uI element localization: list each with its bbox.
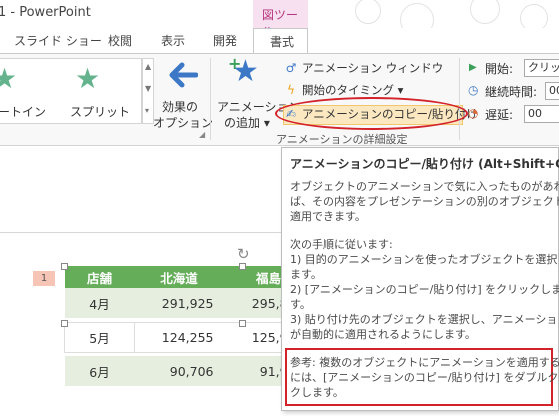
lightning-icon: ϟ (287, 83, 295, 97)
scroll-down-icon[interactable]: ▼ (145, 84, 151, 94)
gallery-item-label[interactable]: ートイン (0, 103, 46, 120)
animation-pane-label: アニメーション ウィンドウ (302, 61, 444, 75)
dialog-launcher-icon[interactable]: ◢ (199, 130, 205, 139)
split-star-icon: ★ (75, 62, 101, 95)
title-bar-decoration (470, 0, 500, 24)
effect-options-label-1: 効果の (162, 100, 199, 114)
table-header-cell: 店舗 (64, 266, 135, 288)
effect-options-label-2: オプション (153, 116, 214, 130)
table-cell: 4月 (64, 288, 135, 318)
delay-input[interactable]: 00 (524, 105, 559, 123)
title-bar: 1 - PowerPoint 図ツール (0, 0, 559, 39)
animation-painter-tooltip: アニメーションのコピー/貼り付け (Alt+Shift+C) オブジェクトのアニ… (281, 147, 559, 411)
tab-view[interactable]: 表示 (161, 32, 185, 49)
tooltip-note-line: には、[アニメーションのコピー/貼り付け] をダブルクリッ (290, 371, 559, 384)
duration-label: 継続時間: (485, 85, 538, 99)
tab-developer[interactable]: 開発 (213, 32, 237, 49)
tooltip-line: 次の手順に従います: (290, 238, 393, 251)
table-cell: 90,706 (134, 356, 224, 386)
ribbon: ★ ートイン ★ スプリット ▲ ▼ ▾ 効果の オプション ◢ ★ + アニメ… (0, 53, 559, 146)
gallery-more-icon[interactable]: ▾ (145, 106, 149, 116)
tab-slideshow[interactable]: スライド ショー (14, 32, 102, 49)
arrow-left-icon (169, 62, 198, 88)
table-cell: 5月 (64, 321, 135, 353)
tooltip-line: ます。 (290, 268, 322, 281)
start-select[interactable]: クリック (524, 59, 559, 77)
start-icon: ▶ (469, 62, 477, 73)
picture-tools-context-header: 図ツール (253, 0, 308, 39)
animation-pane-button[interactable]: ♂ アニメーション ウィンドウ (284, 60, 444, 80)
animation-gallery[interactable]: ★ ートイン ★ スプリット (0, 58, 142, 124)
tooltip-line: が自動的に適用されるようにします。 (290, 328, 476, 341)
table-cell: 291,925 (134, 288, 224, 318)
add-animation-button[interactable]: ★ + アニメーション の追加 ▾ (214, 54, 301, 138)
selection-handle[interactable] (61, 320, 68, 327)
tab-format-label: 書式 (270, 35, 295, 49)
tooltip-line: 適用できます。 (290, 210, 366, 223)
delay-label: 遅延: (485, 108, 514, 122)
tooltip-line: ば、その内容をプレゼンテーションの別のオブジェクトに (290, 195, 559, 208)
tooltip-note-line: 参考: 複数のオブジェクトにアニメーションを適用する (290, 356, 559, 369)
selection-handle[interactable] (239, 263, 246, 270)
gallery-item-label[interactable]: スプリット (70, 103, 130, 120)
tooltip-note-line: クします。 (290, 386, 344, 399)
title-bar-decoration (355, 0, 381, 24)
trigger-label: 開始のタイミング ▾ (302, 83, 404, 97)
delay-icon: ◔ (468, 106, 479, 120)
effect-options-button[interactable]: 効果の オプション (153, 58, 214, 138)
selection-handle[interactable] (239, 320, 246, 327)
animation-pane-icon: ♂ (285, 61, 297, 75)
table-cell: 124,255 (134, 321, 224, 353)
advanced-animation-group-label: アニメーションの詳細設定 (276, 133, 408, 146)
duration-input[interactable]: 00 (545, 82, 559, 100)
tooltip-title: アニメーションのコピー/貼り付け (Alt+Shift+C) (290, 157, 559, 171)
table-row: 6月 90,706 91,911 (64, 356, 314, 386)
table-header-row: 店舗 北海道 福島 (64, 266, 314, 288)
add-animation-label-2: の追加 ▾ (224, 116, 270, 130)
table-row: 4月 291,925 295,803 (64, 288, 314, 318)
ribbon-tab-row: スライド ショー 校閲 表示 開発 書式 (0, 28, 559, 54)
tooltip-line: 2) [アニメーションのコピー/貼り付け] をクリックしま (290, 283, 559, 296)
animation-order-badge: 1 (33, 271, 55, 286)
tooltip-line: オブジェクトのアニメーションで気に入ったものがあれ (290, 180, 559, 193)
tab-review[interactable]: 校閲 (108, 32, 132, 49)
ribbon-separator (459, 58, 460, 140)
tooltip-line: 3) 貼り付け先のオブジェクトを選択し、アニメーション (290, 313, 559, 326)
table-cell: 6月 (64, 356, 135, 386)
sales-table[interactable]: 店舗 北海道 福島 4月 291,925 295,803 5月 124,255 … (64, 266, 314, 386)
window-title: 1 - PowerPoint (0, 5, 91, 20)
table-row: 5月 124,255 125,906 (64, 321, 314, 353)
tooltip-line: す。 (290, 298, 311, 311)
plus-icon: + (228, 54, 242, 73)
rotate-handle-icon[interactable]: ↻ (237, 245, 250, 263)
fly-in-star-icon: ★ (0, 62, 18, 95)
scroll-up-icon[interactable]: ▲ (145, 62, 151, 72)
tab-format[interactable]: 書式 (253, 28, 308, 54)
start-label: 開始: (485, 62, 514, 76)
table-header-cell: 北海道 (134, 266, 224, 288)
ribbon-separator (210, 58, 211, 140)
tooltip-line: 1) 目的のアニメーションを使ったオブジェクトを選択し (290, 253, 559, 266)
selection-handle[interactable] (61, 263, 68, 270)
annotation-red-oval (275, 97, 468, 130)
clock-icon: ◷ (468, 83, 479, 97)
